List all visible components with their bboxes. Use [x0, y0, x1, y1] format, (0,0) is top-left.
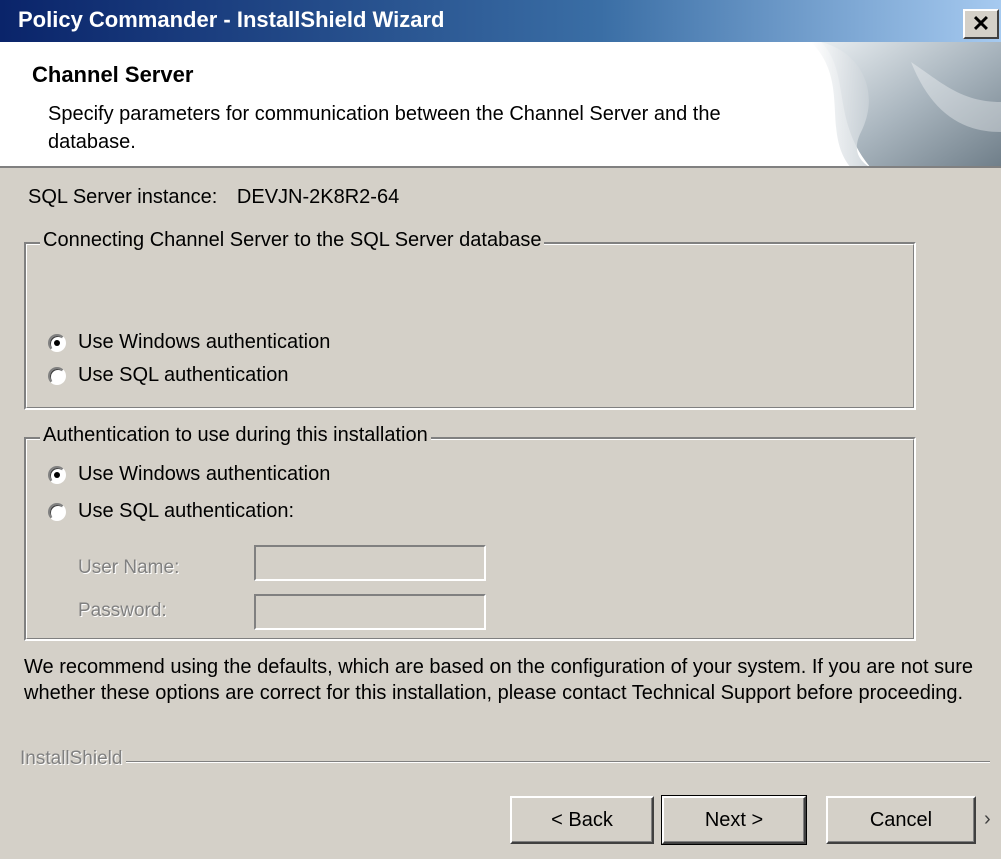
resize-grip-icon: ›: [984, 808, 991, 830]
header-graphic: [791, 42, 1001, 166]
recommendation-note: We recommend using the defaults, which a…: [24, 656, 974, 704]
username-field[interactable]: [254, 545, 486, 581]
close-icon: ✕: [971, 11, 991, 36]
install-auth-legend: Authentication to use during this instal…: [40, 424, 431, 447]
connection-auth-legend: Connecting Channel Server to the SQL Ser…: [40, 229, 545, 252]
connection-windows-auth-radio[interactable]: Use Windows authentication: [48, 331, 330, 354]
password-field[interactable]: [254, 594, 486, 630]
installshield-brand: InstallShield: [20, 748, 127, 770]
next-button[interactable]: Next >: [661, 795, 807, 845]
install-sql-auth-label: Use SQL authentication:: [78, 500, 295, 522]
page-title: Channel Server: [32, 62, 194, 87]
install-windows-auth-label: Use Windows authentication: [78, 463, 331, 485]
sql-instance-value: DEVJN-2K8R2-64: [236, 186, 400, 208]
cancel-button[interactable]: Cancel: [826, 796, 976, 844]
password-label: Password:: [78, 600, 167, 621]
wizard-header: Channel Server Specify parameters for co…: [0, 42, 1001, 168]
brand-divider: [20, 761, 990, 763]
username-label: User Name:: [78, 557, 180, 578]
window-title: Policy Commander - InstallShield Wizard: [18, 7, 445, 32]
install-windows-auth-radio[interactable]: Use Windows authentication: [48, 463, 330, 486]
sql-instance-label: SQL Server instance:: [28, 186, 218, 208]
radio-checked-icon: [48, 465, 66, 484]
connection-sql-auth-radio[interactable]: Use SQL authentication: [48, 364, 289, 387]
radio-unchecked-icon: [48, 366, 66, 385]
title-bar: Policy Commander - InstallShield Wizard …: [0, 0, 1001, 42]
radio-unchecked-icon: [48, 502, 66, 521]
back-button[interactable]: < Back: [510, 796, 654, 844]
close-button[interactable]: ✕: [963, 9, 999, 39]
sql-instance-row: SQL Server instance: DEVJN-2K8R2-64: [28, 186, 399, 209]
connection-sql-auth-label: Use SQL authentication: [78, 364, 289, 386]
radio-checked-icon: [48, 333, 66, 352]
page-subtitle: Specify parameters for communication bet…: [48, 103, 721, 153]
install-sql-auth-radio[interactable]: Use SQL authentication:: [48, 500, 294, 523]
connection-windows-auth-label: Use Windows authentication: [78, 331, 331, 353]
